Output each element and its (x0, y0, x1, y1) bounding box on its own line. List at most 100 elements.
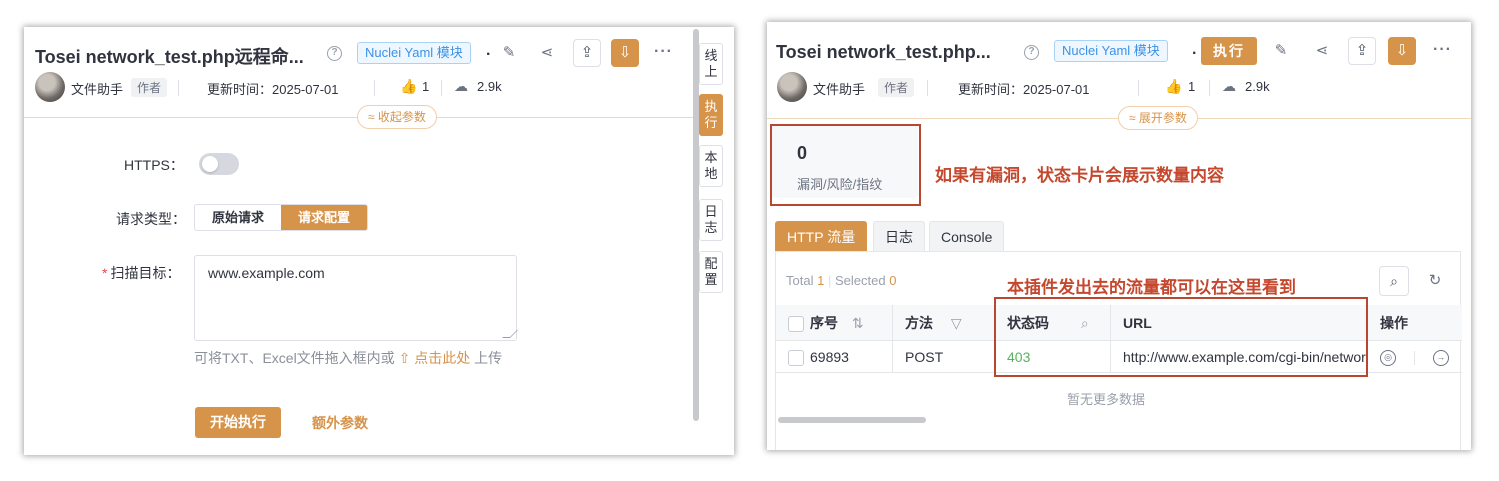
module-type-tag: Nuclei Yaml 模块 (1054, 40, 1168, 62)
thumbs-up-icon[interactable]: 👍 (400, 78, 417, 95)
side-tab-log[interactable]: 日志 (699, 199, 723, 241)
title-dot: . (486, 42, 491, 59)
annotation-traffic: 本插件发出去的流量都可以在这里看到 (1007, 278, 1296, 297)
row-actions: ◎ → (1368, 341, 1462, 373)
tab-http-traffic[interactable]: HTTP 流量 (775, 221, 868, 252)
request-type-label: 请求类型： (116, 211, 186, 227)
download-count: 2.9k (477, 79, 502, 94)
row-index: 69893 (810, 349, 849, 365)
side-tab-execute[interactable]: 执行 (699, 94, 723, 136)
expand-params-button[interactable]: ≈ 展开参数 (1118, 106, 1198, 130)
author-name[interactable]: 文件助手 (813, 79, 865, 98)
header-label: 序号 (810, 315, 838, 331)
table-header-index[interactable]: 序号 ⇅ (776, 305, 893, 341)
toggle-knob (202, 156, 218, 172)
more-icon[interactable]: ··· (654, 43, 673, 61)
resize-handle[interactable] (502, 330, 518, 338)
download-count: 2.9k (1245, 79, 1270, 94)
download-icon[interactable]: ⇩ (611, 39, 639, 67)
page-title: Tosei network_test.php远程命... (35, 47, 304, 67)
edit-icon[interactable]: ✎ (496, 40, 522, 66)
total-count: 1 (817, 273, 825, 288)
divider (441, 80, 442, 96)
side-tab-label: 执行 (704, 99, 718, 130)
total-label: Total (786, 273, 814, 288)
https-label: HTTPS： (124, 157, 184, 173)
request-type-segmented: 原始请求 请求配置 (194, 204, 369, 231)
divider (927, 80, 928, 96)
upload-hint-text: 可将TXT、Excel文件拖入框内或 (194, 350, 395, 366)
divider (374, 80, 375, 96)
tab-console[interactable]: Console (929, 221, 1005, 252)
click-upload-link[interactable]: ⇧ 点击此处 (399, 350, 471, 366)
cloud-download-icon: ☁ (1222, 78, 1236, 94)
like-count: 1 (422, 79, 430, 94)
collapse-params-button[interactable]: ≈ 收起参数 (357, 105, 437, 129)
side-tab-online[interactable]: 线上 (699, 43, 723, 85)
like-count: 1 (1188, 79, 1196, 94)
select-all-checkbox[interactable] (788, 316, 804, 333)
divider (1209, 80, 1210, 96)
left-panel: Tosei network_test.php远程命... ? Nuclei Ya… (24, 27, 734, 455)
segment-raw-request[interactable]: 原始请求 (195, 205, 281, 230)
share-icon[interactable]: ⋖ (1309, 38, 1335, 64)
execute-button[interactable]: 执行 (1201, 37, 1257, 65)
filter-icon[interactable]: ▽ (951, 315, 962, 331)
side-tab-label: 线上 (704, 48, 718, 79)
download-icon[interactable]: ⇩ (1388, 37, 1416, 65)
side-tab-label: 本地 (704, 150, 718, 181)
page-title: Tosei network_test.php... (776, 42, 991, 62)
row-checkbox[interactable] (788, 350, 804, 367)
annotation-stat-card: 如果有漏洞，状态卡片会展示数量内容 (935, 166, 1224, 185)
empty-data-text: 暂无更多数据 (1067, 392, 1146, 407)
table-header-method[interactable]: 方法 ▽ (893, 305, 995, 341)
scan-target-input[interactable]: www.example.com (194, 255, 518, 341)
refresh-icon[interactable]: ↻ (1422, 268, 1448, 294)
extra-params-link[interactable]: 额外参数 (312, 413, 368, 433)
side-tab-config[interactable]: 配置 (699, 251, 723, 293)
horizontal-scrollbar[interactable] (778, 417, 926, 423)
arrow-right-icon[interactable]: → (1432, 350, 1449, 367)
tab-log[interactable]: 日志 (873, 221, 925, 252)
avatar[interactable] (35, 72, 65, 102)
module-type-tag: Nuclei Yaml 模块 (357, 42, 471, 64)
author-badge: 作者 (878, 78, 915, 97)
author-badge: 作者 (131, 78, 168, 97)
updated-time: 更新时间：2025-07-01 (207, 82, 339, 97)
share-icon[interactable]: ⋖ (534, 40, 560, 66)
table-header-actions: 操作 (1368, 305, 1462, 341)
https-toggle[interactable] (199, 153, 239, 175)
title-dot: . (1192, 41, 1197, 58)
browser-icon[interactable]: ◎ (1380, 350, 1396, 367)
edit-icon[interactable]: ✎ (1268, 38, 1294, 64)
side-tab-local[interactable]: 本地 (699, 145, 723, 187)
upload-icon[interactable]: ⇪ (1348, 37, 1376, 65)
help-icon[interactable]: ? (327, 46, 342, 61)
sort-icon[interactable]: ⇅ (852, 315, 864, 331)
help-icon[interactable]: ? (1024, 45, 1039, 60)
more-icon[interactable]: ··· (1433, 41, 1452, 59)
header-label: 方法 (905, 315, 933, 331)
selected-count: 0 (889, 273, 897, 288)
annotation-box-traffic (994, 297, 1368, 377)
scan-target-label-text: 扫描目标： (110, 265, 181, 281)
avatar[interactable] (777, 72, 807, 102)
side-tab-label: 日志 (704, 204, 718, 235)
divider (1138, 80, 1139, 96)
search-icon[interactable]: ⌕ (1379, 266, 1409, 296)
scan-target-value: www.example.com (208, 265, 325, 281)
annotation-box-stat-card (770, 124, 921, 206)
start-execute-button[interactable]: 开始执行 (195, 407, 281, 438)
divider (178, 80, 179, 96)
segment-request-config[interactable]: 请求配置 (281, 205, 368, 230)
upload-hint-suffix: 上传 (474, 350, 503, 366)
thumbs-up-icon[interactable]: 👍 (1165, 78, 1182, 95)
cloud-download-icon: ☁ (454, 78, 468, 94)
upload-icon[interactable]: ⇪ (573, 39, 601, 67)
required-star: * (102, 265, 108, 281)
updated-time: 更新时间：2025-07-01 (958, 82, 1090, 97)
selected-label: Selected (834, 273, 886, 288)
author-name[interactable]: 文件助手 (71, 79, 123, 98)
upload-hint: 可将TXT、Excel文件拖入框内或 ⇧ 点击此处 上传 (194, 348, 514, 368)
table-row[interactable]: 69893 (776, 341, 893, 373)
